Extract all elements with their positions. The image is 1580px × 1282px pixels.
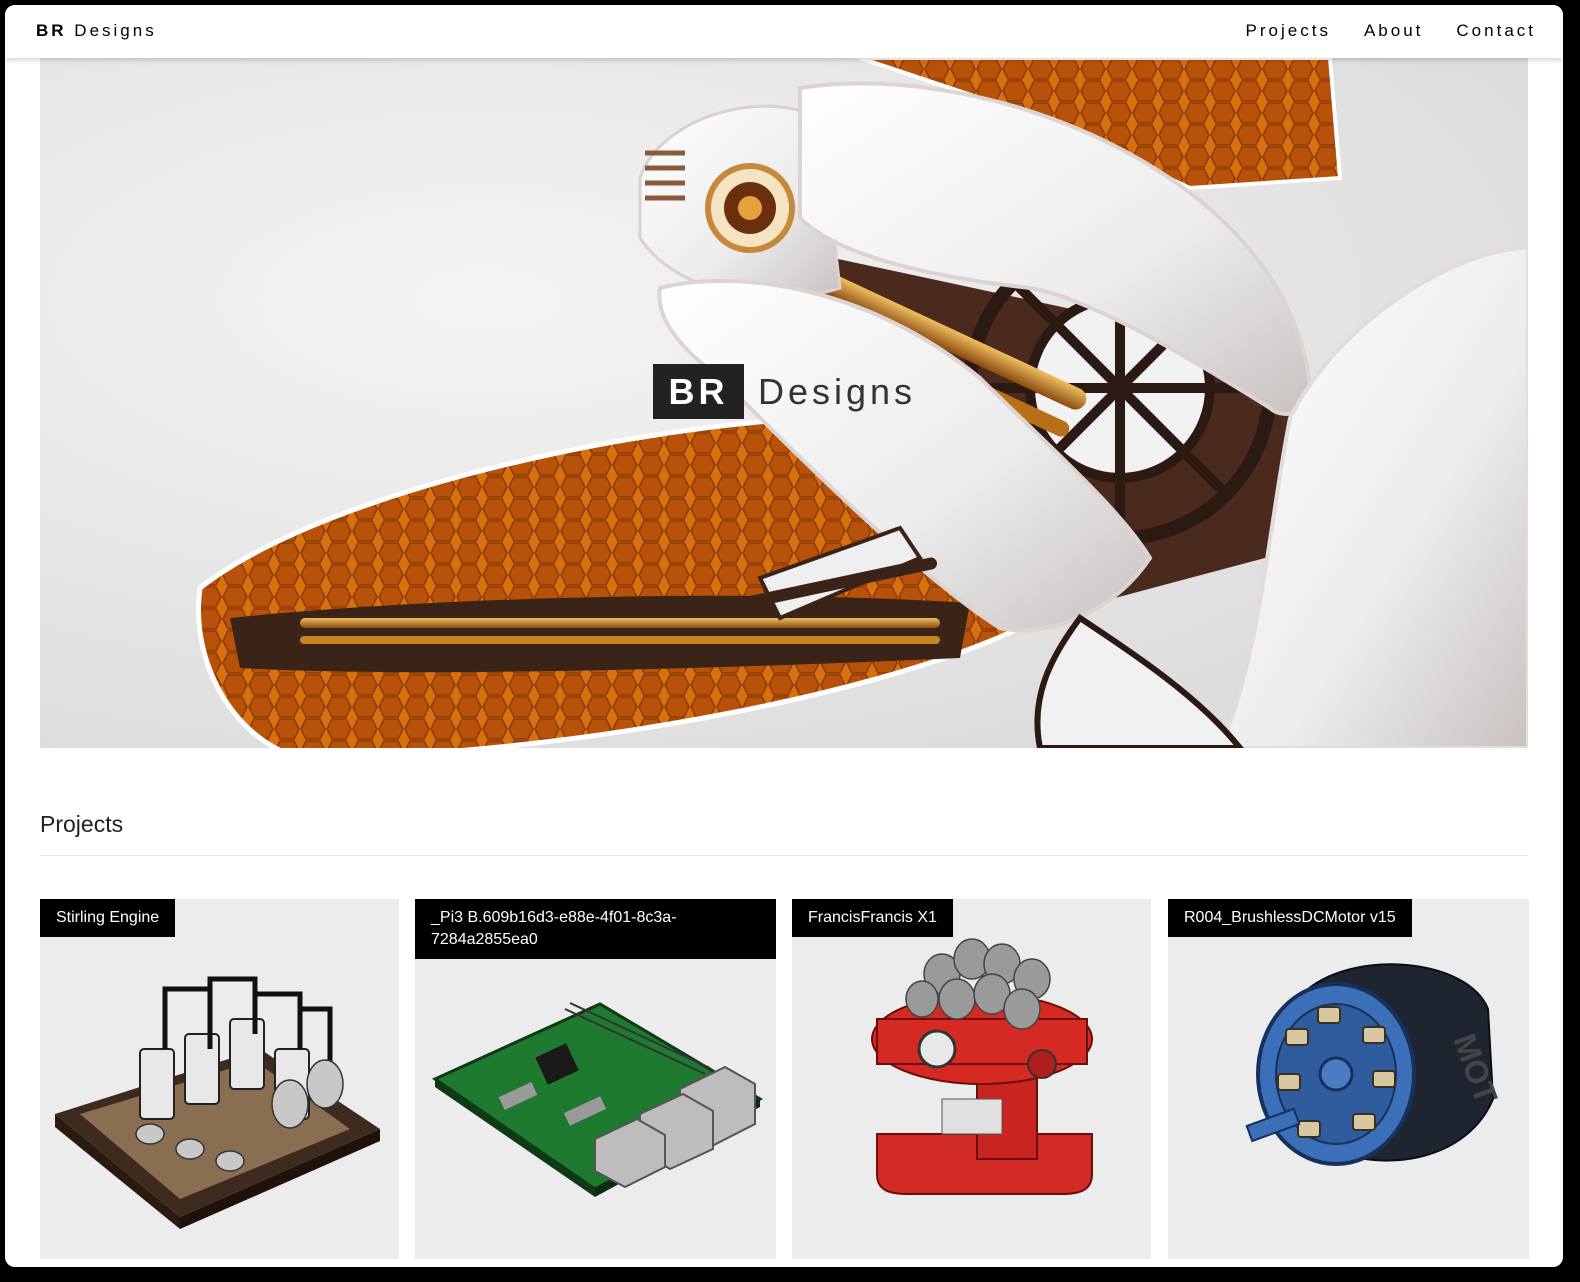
hero-logo: BR Designs — [653, 364, 916, 419]
brand-bold: BR — [36, 21, 67, 40]
project-card-stirling-engine[interactable]: Stirling Engine — [40, 899, 399, 1259]
project-card-francisfrancis-x1[interactable]: FrancisFrancis X1 — [792, 899, 1151, 1259]
stirling-engine-icon — [55, 976, 380, 1229]
section-divider — [40, 855, 1528, 856]
browser-frame: BR Designs Projects About Contact BR Des… — [5, 5, 1563, 1267]
projects-heading: Projects — [40, 811, 124, 837]
projects-grid: Stirling Engine _Pi3 B.609b16d3-e88e-4f0… — [40, 899, 1529, 1259]
hero-logo-box: BR — [653, 364, 744, 419]
brand-logo[interactable]: BR Designs — [36, 21, 157, 41]
nav-links: Projects About Contact — [1246, 21, 1536, 41]
project-card-label: Stirling Engine — [40, 899, 176, 937]
project-card-label: R004_BrushlessDCMotor v15 — [1168, 899, 1412, 937]
hero-logo-word: Designs — [758, 370, 917, 412]
espresso-machine-icon — [871, 938, 1093, 1195]
nav-link-projects[interactable]: Projects — [1246, 21, 1331, 41]
project-card-pi3[interactable]: _Pi3 B.609b16d3-e88e-4f01-8c3a-7284a2855… — [415, 899, 776, 1259]
project-card-label: FrancisFrancis X1 — [792, 899, 953, 937]
nav-link-contact[interactable]: Contact — [1456, 21, 1536, 41]
project-card-label: _Pi3 B.609b16d3-e88e-4f01-8c3a-7284a2855… — [415, 899, 776, 959]
brushless-motor-icon: MOT — [1245, 963, 1505, 1166]
hero-banner: BR Designs — [40, 58, 1528, 748]
nav-link-about[interactable]: About — [1364, 21, 1423, 41]
brand-rest: Designs — [74, 21, 157, 40]
project-card-brushless-motor[interactable]: MOT R004_BrushlessDCMotor v15 — [1168, 899, 1529, 1259]
navbar: BR Designs Projects About Contact — [5, 5, 1563, 58]
